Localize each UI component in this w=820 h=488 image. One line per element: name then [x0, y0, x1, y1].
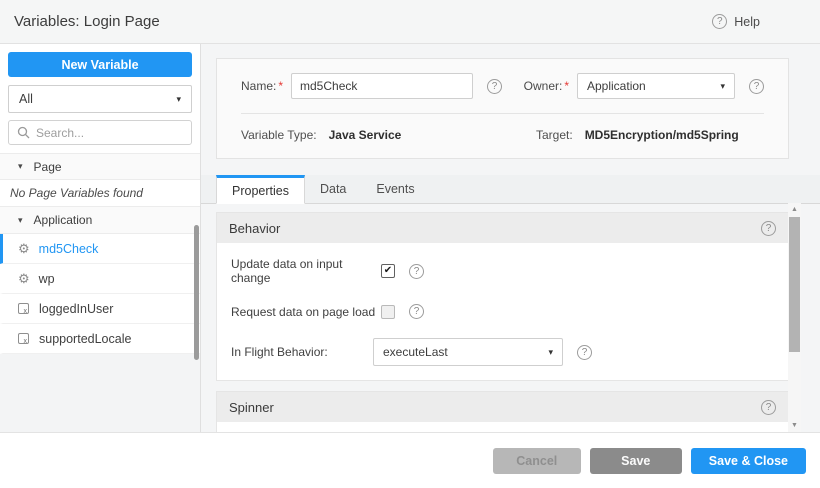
behavior-section-header: Behavior ? — [217, 213, 788, 243]
cancel-button[interactable]: Cancel — [493, 448, 581, 474]
tree-item-label: loggedInUser — [39, 302, 113, 316]
variables-sidebar: New Variable All ▾ ▾ Page No Page Variab… — [0, 44, 201, 432]
spinner-section: Spinner ? Spinner Context: ? — [216, 391, 789, 432]
behavior-title: Behavior — [229, 221, 280, 236]
help-button[interactable]: ? Help — [712, 14, 760, 29]
model-variable-x: x — [24, 308, 28, 315]
tree-section-application[interactable]: ▾ Application — [0, 207, 200, 234]
form-divider — [241, 113, 764, 114]
owner-help-icon[interactable]: ? — [749, 79, 764, 94]
in-flight-behavior-select[interactable]: executeLast ▾ — [373, 338, 563, 366]
search-icon — [17, 126, 30, 139]
update-on-input-help-icon[interactable]: ? — [409, 264, 424, 279]
caret-down-icon: ▾ — [720, 81, 725, 92]
variable-filter-select[interactable]: All ▾ — [8, 85, 192, 113]
content-scrollbar[interactable]: ▲ ▼ — [788, 203, 801, 432]
java-service-icon: ⚙ — [18, 242, 30, 255]
model-variable-x: x — [24, 338, 28, 345]
scroll-up-icon[interactable]: ▲ — [788, 206, 801, 213]
new-variable-button[interactable]: New Variable — [8, 52, 192, 77]
model-variable-icon: x — [18, 303, 29, 314]
owner-select-value: Application — [587, 79, 646, 93]
tab-data[interactable]: Data — [305, 175, 361, 203]
tree-item-supportedlocale[interactable]: x supportedLocale — [0, 324, 200, 354]
spinner-title: Spinner — [229, 400, 274, 415]
variable-search-box — [8, 120, 192, 145]
in-flight-behavior-help-icon[interactable]: ? — [577, 345, 592, 360]
model-variable-icon: x — [18, 333, 29, 344]
update-on-input-label: Update data on input change — [231, 257, 381, 285]
tree-section-page[interactable]: ▾ Page — [0, 153, 200, 180]
content-scrollbar-thumb[interactable] — [789, 217, 800, 352]
properties-content: Behavior ? Update data on input change ✔… — [201, 204, 789, 432]
caret-down-icon: ▾ — [176, 94, 181, 105]
owner-label: Owner:* — [524, 79, 569, 93]
sidebar-controls: New Variable All ▾ — [0, 44, 200, 153]
target-label: Target: — [536, 128, 573, 142]
request-on-load-help-icon[interactable]: ? — [409, 304, 424, 319]
java-service-icon: ⚙ — [18, 272, 30, 285]
caret-down-icon: ▾ — [548, 347, 553, 358]
scroll-down-icon[interactable]: ▼ — [788, 422, 801, 429]
in-flight-behavior-value: executeLast — [383, 345, 448, 359]
tab-properties[interactable]: Properties — [216, 175, 305, 204]
help-icon: ? — [712, 14, 727, 29]
required-marker: * — [278, 79, 283, 93]
collapse-triangle-icon: ▾ — [18, 161, 23, 172]
tree-item-label: md5Check — [39, 242, 99, 256]
variable-type-value: Java Service — [329, 128, 402, 142]
page-empty-message: No Page Variables found — [0, 180, 200, 207]
tree-item-label: supportedLocale — [39, 332, 131, 346]
variables-tree: ▾ Page No Page Variables found ▾ Applica… — [0, 153, 200, 354]
search-input[interactable] — [36, 126, 183, 140]
request-on-load-label: Request data on page load — [231, 305, 381, 319]
save-button[interactable]: Save — [590, 448, 682, 474]
spinner-help-icon[interactable]: ? — [761, 400, 776, 415]
tree-item-loggedinuser[interactable]: x loggedInUser — [0, 294, 200, 324]
variable-editor-panel: Name:* ? Owner:* Application ▾ ? Variabl… — [201, 44, 820, 432]
name-field[interactable] — [291, 73, 473, 99]
collapse-triangle-icon: ▾ — [18, 215, 23, 226]
help-label: Help — [734, 15, 760, 29]
variable-summary-card: Name:* ? Owner:* Application ▾ ? Variabl… — [216, 58, 789, 159]
name-help-icon[interactable]: ? — [487, 79, 502, 94]
tree-section-application-label: Application — [34, 213, 93, 227]
request-on-load-checkbox[interactable] — [381, 305, 395, 319]
name-label: Name:* — [241, 79, 283, 93]
target-value: MD5Encryption/md5Spring — [585, 128, 739, 142]
variable-filter-value: All — [19, 92, 33, 106]
tree-item-wp[interactable]: ⚙ wp — [0, 264, 200, 294]
save-and-close-button[interactable]: Save & Close — [691, 448, 806, 474]
in-flight-behavior-label: In Flight Behavior: — [231, 345, 373, 359]
behavior-help-icon[interactable]: ? — [761, 221, 776, 236]
tree-item-md5check[interactable]: ⚙ md5Check — [0, 234, 200, 264]
editor-tabbar: Properties Data Events — [201, 175, 820, 204]
tree-section-page-label: Page — [34, 160, 62, 174]
tree-item-label: wp — [39, 272, 55, 286]
update-on-input-checkbox[interactable]: ✔ — [381, 264, 395, 278]
behavior-section: Behavior ? Update data on input change ✔… — [216, 212, 789, 381]
required-marker: * — [564, 79, 569, 93]
spinner-section-header: Spinner ? — [217, 392, 788, 422]
tab-events[interactable]: Events — [361, 175, 429, 203]
variable-type-label: Variable Type: — [241, 128, 317, 142]
action-footer: Cancel Save Save & Close — [0, 432, 820, 488]
page-title: Variables: Login Page — [14, 13, 160, 30]
app-header: Variables: Login Page ? Help — [0, 0, 820, 44]
owner-select[interactable]: Application ▾ — [577, 73, 735, 99]
sidebar-scrollbar-thumb[interactable] — [194, 225, 199, 360]
